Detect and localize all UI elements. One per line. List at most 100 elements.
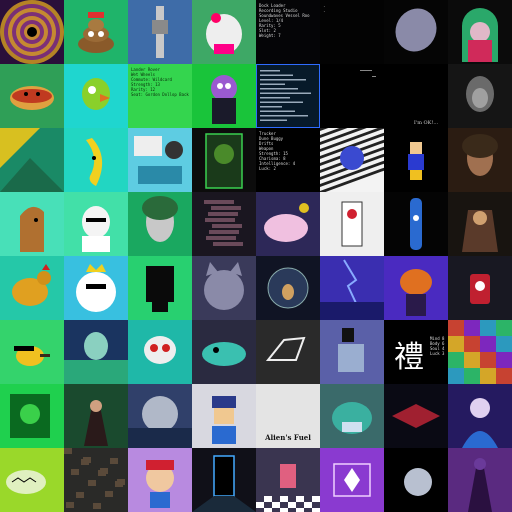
gallery-tile-cyan-collage[interactable] — [128, 128, 192, 192]
gallery-tile-teal-creature[interactable] — [192, 320, 256, 384]
gallery-tile-white-robot[interactable] — [128, 320, 192, 384]
gallery-tile-cyber-portrait[interactable] — [64, 320, 128, 384]
gallery-tile-sparse-terminal[interactable] — [320, 64, 384, 128]
bottle-alien-artwork — [410, 198, 422, 250]
tile-text-lines: . . — [323, 3, 326, 13]
gallery-tile-silver-cat[interactable] — [192, 256, 256, 320]
gallery-tile-blue-girl[interactable] — [448, 384, 512, 448]
gallery-tile-code-listing[interactable] — [256, 64, 320, 128]
kaleidoscope-artwork — [0, 0, 64, 64]
gallery-tile-pixel-ghost[interactable] — [128, 256, 192, 320]
gallery-tile-armored-samurai[interactable] — [448, 192, 512, 256]
gallery-tile-skeleton-horse[interactable] — [256, 320, 320, 384]
gallery-tile-shadow-face[interactable] — [448, 64, 512, 128]
glitch-figure-artwork — [204, 200, 243, 246]
armored-samurai-artwork — [462, 210, 498, 252]
checkered-room-artwork — [256, 464, 320, 512]
masked-hippo-artwork — [332, 402, 372, 434]
gallery-tile-checkered-room[interactable] — [256, 448, 320, 512]
gallery-tile-robot-statue[interactable] — [128, 0, 192, 64]
gallery-tile-golden-rooster[interactable] — [0, 256, 64, 320]
gallery-tile-kaleidoscope[interactable] — [0, 0, 64, 64]
gallery-tile-kanji-card[interactable]: Mind 8 Body 6 Soul 4 Luck 3禮 — [384, 320, 448, 384]
gallery-tile-neon-door[interactable] — [192, 448, 256, 512]
woman-portrait-artwork — [462, 134, 498, 176]
king-bear-artwork — [76, 264, 116, 312]
red-ship-artwork — [392, 404, 440, 428]
gallery-tile-crystal-gem[interactable] — [384, 0, 448, 64]
blue-cat-stripes-artwork — [320, 128, 384, 192]
hotdog-character-artwork — [10, 86, 54, 110]
silver-cat-artwork — [204, 262, 244, 310]
shadow-face-artwork — [466, 76, 494, 112]
gallery-tile-pixel-character[interactable] — [384, 128, 448, 192]
tile-text-lines: Trucker Dune Buggy Drifts Weapon Strengt… — [259, 131, 296, 171]
pixel-silhouette-artwork — [338, 328, 364, 372]
gallery-tile-green-glitch[interactable] — [0, 384, 64, 448]
gallery-tile-poop-emoji-character[interactable] — [64, 0, 128, 64]
gallery-tile-hand-card[interactable] — [320, 192, 384, 256]
poster-caption: Alien's Fuel — [265, 433, 311, 442]
gallery-tile-arch-portrait[interactable] — [448, 0, 512, 64]
cap-cartoon-artwork — [146, 460, 174, 508]
gallery-tile-white-dog[interactable] — [64, 192, 128, 256]
gallery-tile-purple-blob-suit[interactable] — [192, 64, 256, 128]
gallery-tile-green-parrot[interactable] — [64, 64, 128, 128]
gallery-tile-text-stats-panel[interactable]: Dock Loader Recording Studio Soundwaves … — [256, 0, 320, 64]
lightning-scene-artwork — [320, 259, 384, 320]
gallery-tile-colorful-mosaic[interactable] — [448, 320, 512, 384]
gallery-tile-lime-whale[interactable] — [0, 448, 64, 512]
gallery-tile-woman-portrait[interactable] — [448, 128, 512, 192]
gallery-tile-moon-space[interactable] — [384, 448, 448, 512]
nft-gallery-grid: Dock Loader Recording Studio Soundwaves … — [0, 0, 512, 512]
gallery-tile-dark-wizard[interactable] — [64, 384, 128, 448]
pink-whale-artwork — [264, 203, 309, 242]
rubble-pile-artwork — [64, 448, 125, 509]
gallery-tile-purple-circuit[interactable] — [320, 448, 384, 512]
gallery-tile-pixel-silhouette[interactable] — [320, 320, 384, 384]
tile-text-lines: Lander Rover Wet Wheels Commute: Wildcar… — [131, 67, 189, 97]
gallery-tile-green-stats-panel[interactable]: Lander Rover Wet Wheels Commute: Wildcar… — [128, 64, 192, 128]
gallery-tile-glass-orb[interactable] — [256, 256, 320, 320]
gallery-tile-glitch-figure[interactable] — [192, 192, 256, 256]
gallery-tile-yellow-geometric[interactable] — [0, 128, 64, 192]
cyber-portrait-artwork — [64, 332, 128, 384]
white-bear-plush-artwork — [206, 13, 242, 54]
gallery-tile-poster-woman[interactable]: Alien's Fuel — [256, 384, 320, 448]
gallery-tile-rubble-pile[interactable] — [64, 448, 128, 512]
sparse-terminal-artwork — [360, 70, 376, 77]
gallery-tile-white-bear-plush[interactable] — [192, 0, 256, 64]
gallery-tile-blue-cat-stripes[interactable] — [320, 128, 384, 192]
gallery-tile-green-mask-face[interactable] — [128, 192, 192, 256]
colorful-mosaic-artwork — [448, 320, 512, 384]
tile-text-lines: Dock Loader Recording Studio Soundwaves … — [259, 3, 310, 38]
gallery-tile-robot-box[interactable] — [448, 256, 512, 320]
gallery-tile-pumpkin-head[interactable] — [384, 256, 448, 320]
gallery-tile-red-ship[interactable] — [384, 384, 448, 448]
gallery-tile-pink-whale[interactable] — [256, 192, 320, 256]
gallery-tile-horse-character[interactable] — [0, 192, 64, 256]
gallery-tile-black-stats-panel[interactable]: Trucker Dune Buggy Drifts Weapon Strengt… — [256, 128, 320, 192]
gallery-tile-pixel-beanie[interactable] — [192, 384, 256, 448]
yellow-geometric-artwork — [0, 128, 64, 192]
skeleton-horse-artwork — [265, 336, 306, 361]
blue-girl-artwork — [462, 398, 498, 448]
gallery-tile-cap-cartoon[interactable] — [128, 448, 192, 512]
gallery-tile-king-bear[interactable] — [64, 256, 128, 320]
gallery-tile-purple-figure[interactable] — [448, 448, 512, 512]
gallery-tile-im-ok-text[interactable]: I'm OK!... — [384, 64, 448, 128]
gallery-tile-hotdog-character[interactable] — [0, 64, 64, 128]
gallery-tile-bottle-alien[interactable] — [384, 192, 448, 256]
moon-space-artwork — [404, 468, 432, 496]
gallery-tile-lightning-scene[interactable] — [320, 256, 384, 320]
gallery-tile-bee-driver[interactable] — [0, 320, 64, 384]
gallery-tile-masked-hippo[interactable] — [320, 384, 384, 448]
robot-box-artwork — [470, 274, 490, 304]
gallery-tile-planet-sea[interactable] — [128, 384, 192, 448]
arch-portrait-artwork — [462, 8, 498, 62]
pixel-ghost-artwork — [146, 266, 174, 312]
gallery-tile-leaf-frame[interactable] — [192, 128, 256, 192]
planet-sea-artwork — [128, 396, 192, 448]
gallery-tile-dark-terminal[interactable]: . . — [320, 0, 384, 64]
gallery-tile-banana-character[interactable] — [64, 128, 128, 192]
